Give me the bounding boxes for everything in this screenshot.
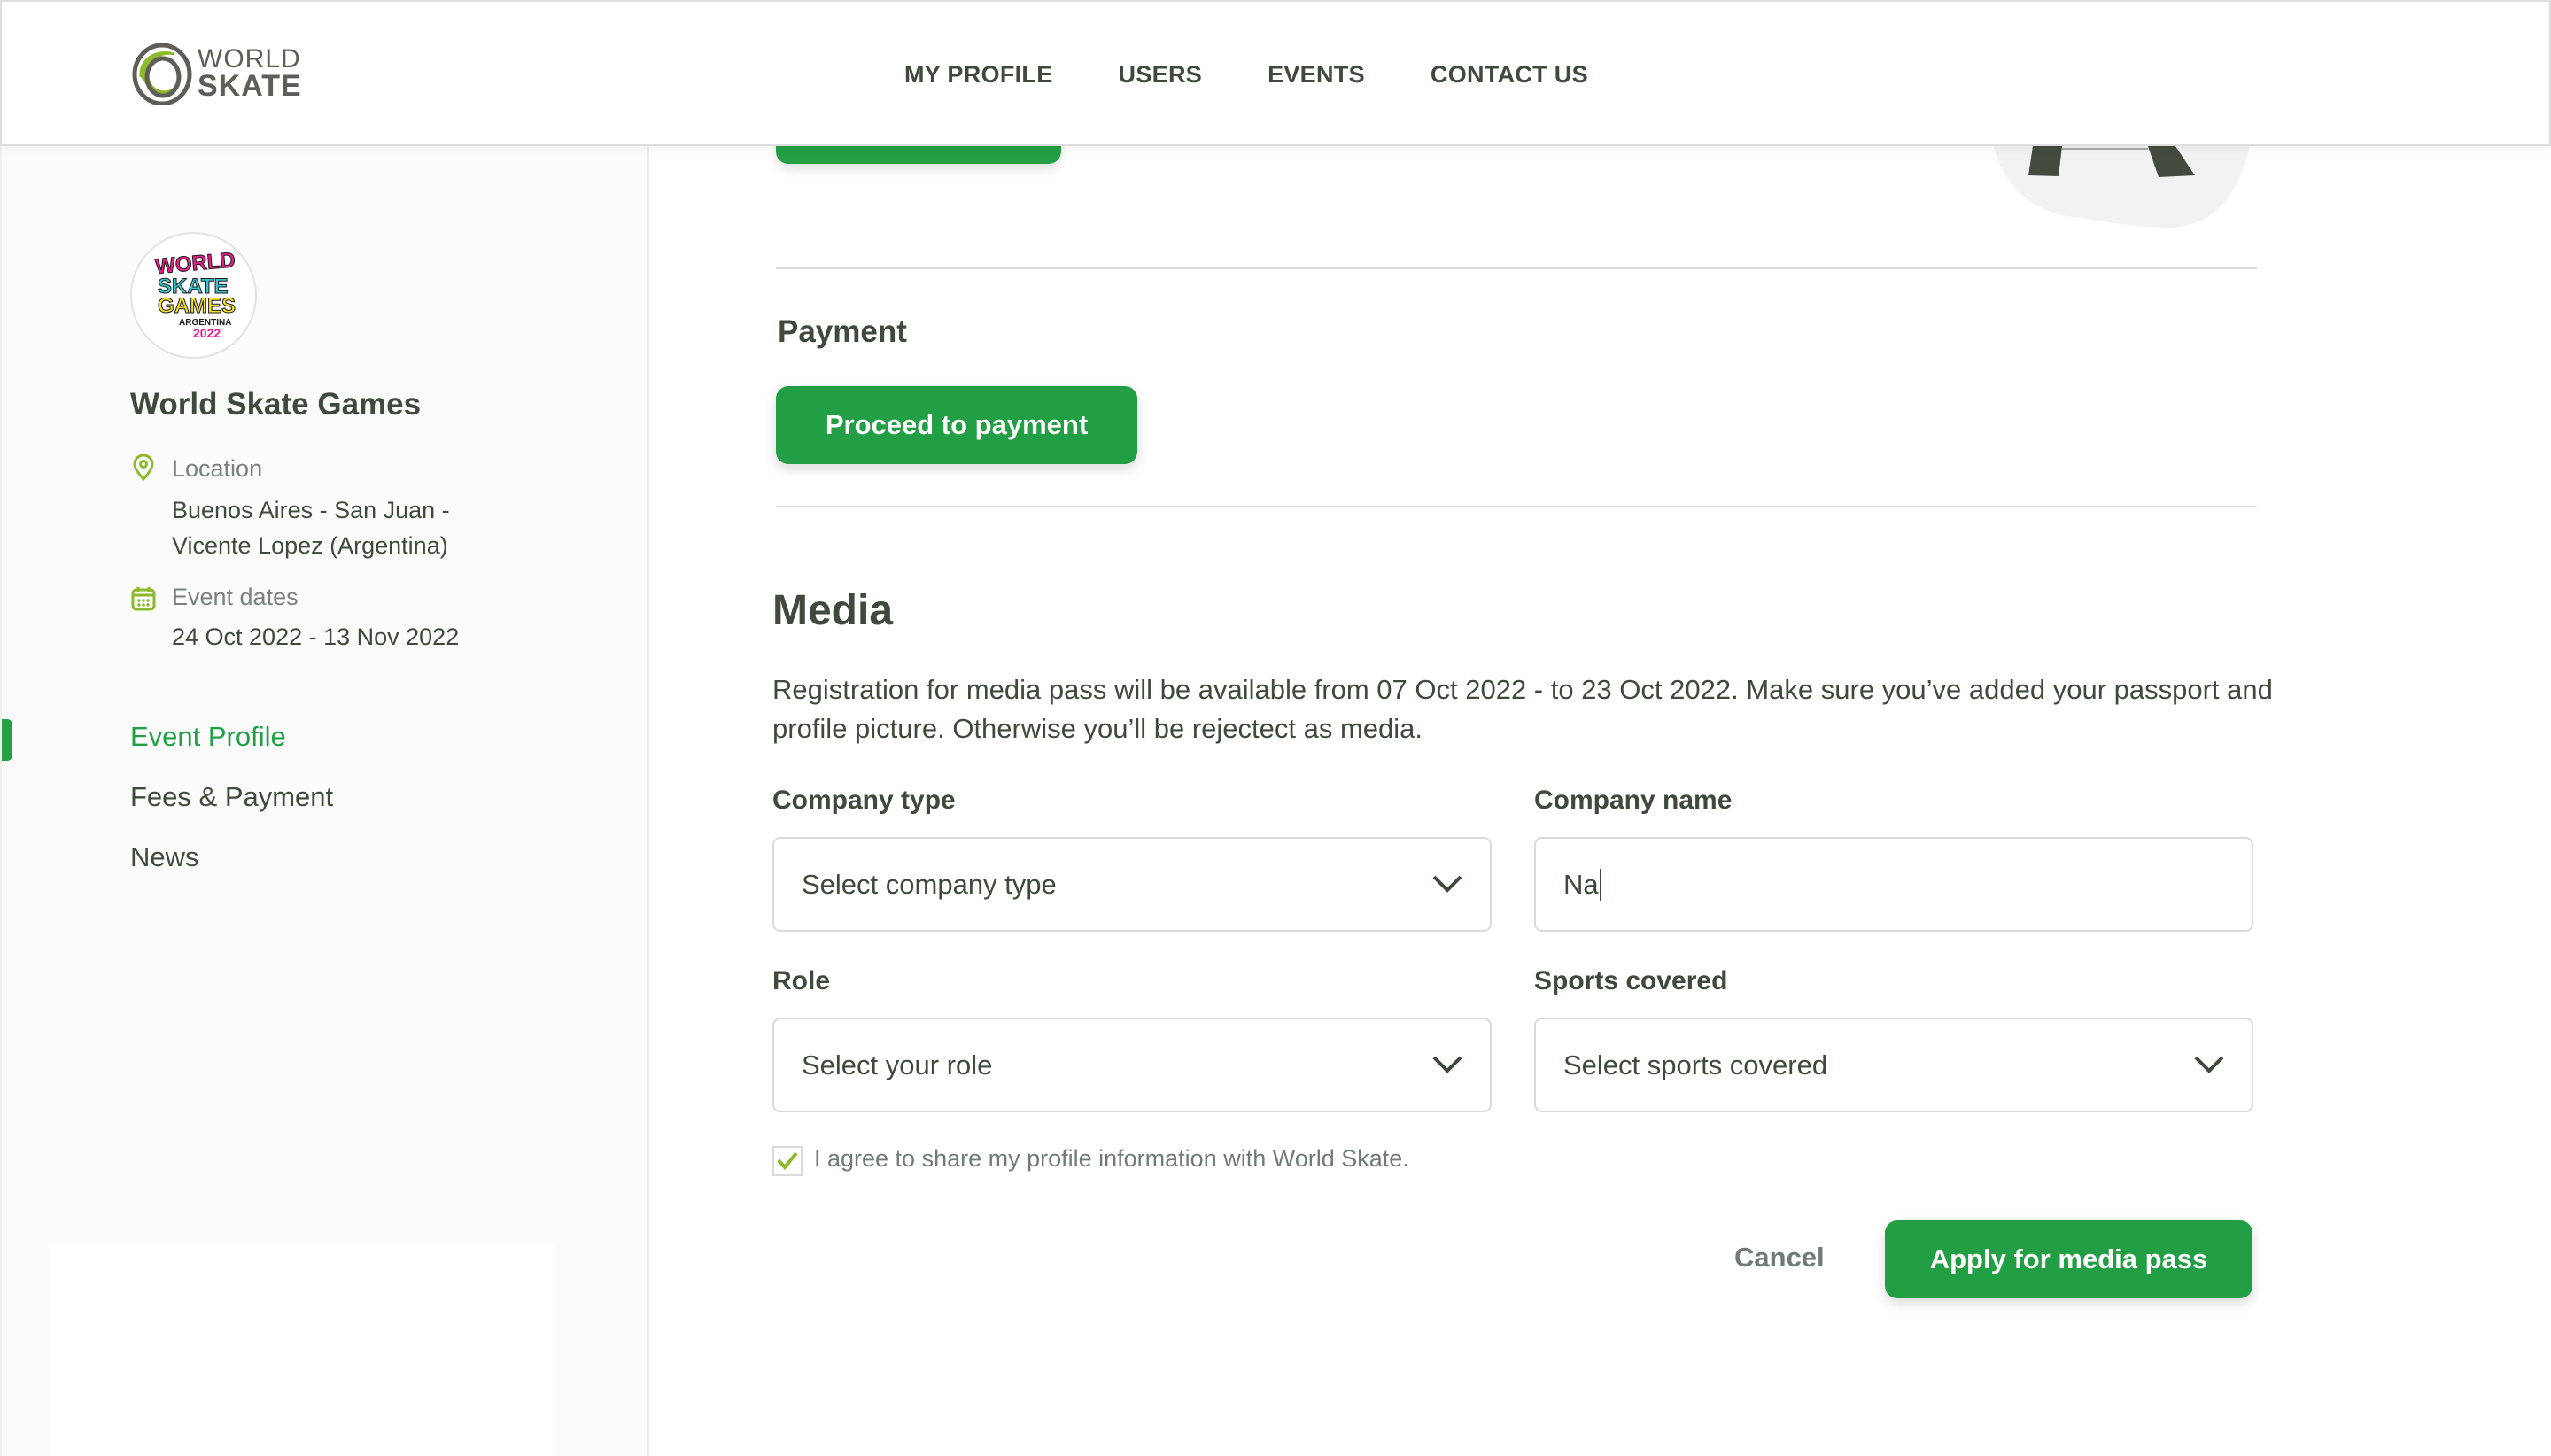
skate-illustration-icon	[1993, 146, 2250, 228]
main-content: Payment Proceed to payment Media Registr…	[651, 120, 2551, 1456]
logo-text-world: WORLD	[198, 43, 301, 74]
sports-covered-select[interactable]: Select sports covered	[1534, 1018, 2253, 1112]
section-divider	[776, 267, 2257, 269]
company-name-label: Company name	[1534, 786, 1733, 815]
media-heading: Media	[772, 587, 894, 634]
main-nav: MY PROFILE USERS EVENTS CONTACT US	[904, 2, 1654, 148]
sports-covered-label: Sports covered	[1534, 966, 1728, 995]
avatar-text-games: GAMES	[158, 294, 236, 318]
company-type-select[interactable]: Select company type	[772, 837, 1492, 932]
logo-text-skate: SKATE	[198, 69, 302, 104]
cancel-button[interactable]: Cancel	[1734, 1242, 1825, 1274]
logo-swirl-icon	[132, 43, 192, 105]
sidebar-item-news[interactable]: News	[130, 841, 199, 873]
event-dates-value: 24 Oct 2022 - 13 Nov 2022	[172, 623, 460, 650]
sidebar-item-fees-payment[interactable]: Fees & Payment	[130, 781, 333, 813]
proceed-to-payment-button[interactable]: Proceed to payment	[776, 386, 1137, 464]
nav-events[interactable]: EVENTS	[1268, 61, 1365, 89]
agree-checkbox[interactable]	[772, 1146, 803, 1176]
company-type-label: Company type	[772, 786, 956, 815]
agree-label[interactable]: I agree to share my profile information …	[814, 1145, 1409, 1173]
location-value-line1: Buenos Aires - San Juan -	[172, 497, 450, 523]
avatar-text-year: 2022	[193, 326, 221, 340]
apply-media-pass-button[interactable]: Apply for media pass	[1885, 1220, 2252, 1298]
role-placeholder: Select your role	[802, 1049, 993, 1080]
location-pin-icon	[133, 454, 154, 481]
media-description: Registration for media pass will be avai…	[772, 674, 2273, 744]
sidebar-footer-panel	[50, 1244, 555, 1456]
world-skate-logo[interactable]: WORLD SKATE	[130, 42, 307, 105]
event-dates-label: Event dates	[172, 584, 299, 610]
role-label: Role	[772, 966, 831, 995]
payment-heading: Payment	[778, 314, 907, 349]
event-sidebar: WORLD SKATE GAMES ARGENTINA 2022 World S…	[0, 146, 649, 1456]
company-type-placeholder: Select company type	[802, 868, 1057, 900]
calendar-icon	[131, 587, 156, 611]
nav-contact-us[interactable]: CONTACT US	[1431, 61, 1588, 89]
chevron-down-icon	[1432, 875, 1462, 893]
nav-my-profile[interactable]: MY PROFILE	[904, 61, 1053, 89]
active-nav-indicator	[2, 719, 12, 761]
sidebar-item-event-profile[interactable]: Event Profile	[130, 721, 286, 753]
role-select[interactable]: Select your role	[772, 1018, 1492, 1112]
section-divider	[776, 506, 2257, 507]
checkmark-icon	[777, 1151, 798, 1171]
location-label: Location	[172, 455, 263, 482]
event-title: World Skate Games	[130, 387, 422, 422]
company-name-value: Na	[1563, 868, 1599, 900]
location-value-line2: Vicente Lopez (Argentina)	[172, 532, 448, 559]
chevron-down-icon	[2194, 1056, 2224, 1073]
chevron-down-icon	[1432, 1056, 1462, 1073]
sports-covered-placeholder: Select sports covered	[1563, 1049, 1828, 1080]
event-avatar: WORLD SKATE GAMES ARGENTINA 2022	[130, 232, 257, 359]
text-cursor	[1599, 868, 1601, 901]
world-skate-games-logo-icon: WORLD SKATE GAMES ARGENTINA 2022	[153, 247, 236, 340]
top-header: WORLD SKATE MY PROFILE USERS EVENTS CONT…	[0, 0, 2551, 146]
nav-users[interactable]: USERS	[1119, 61, 1203, 89]
company-name-input[interactable]: Na	[1534, 837, 2253, 932]
